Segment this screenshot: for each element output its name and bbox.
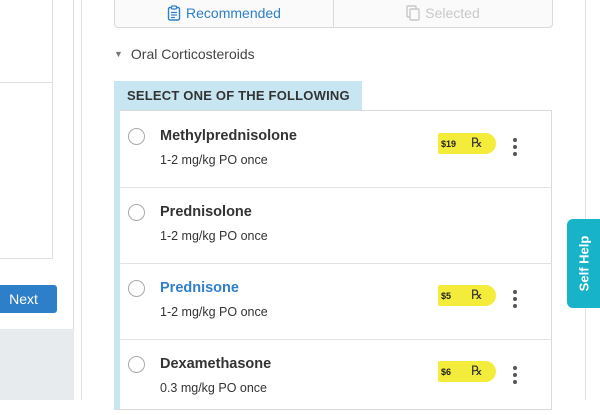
medication-name: Prednisolone — [160, 204, 252, 220]
radio-button[interactable] — [128, 128, 145, 145]
self-help-tab[interactable]: Self Help — [567, 219, 600, 308]
medication-dose: 1-2 mg/kg PO once — [160, 153, 268, 167]
next-button[interactable]: Next — [0, 285, 57, 313]
self-help-label: Self Help — [576, 235, 592, 292]
tab-recommended[interactable]: Recommended — [115, 0, 333, 27]
price-tag: $6 ℞ — [438, 361, 496, 382]
tab-recommended-label: Recommended — [186, 5, 281, 21]
radio-button[interactable] — [128, 204, 145, 221]
medication-row[interactable]: Methylprednisolone 1-2 mg/kg PO once $19… — [120, 111, 552, 188]
medication-row[interactable]: Prednisone 1-2 mg/kg PO once $5 ℞ — [120, 263, 552, 340]
medication-name: Dexamethasone — [160, 356, 272, 372]
tab-bar: Recommended Selected — [114, 0, 553, 28]
rx-icon: ℞ — [471, 364, 483, 379]
price-label: $19 — [441, 138, 457, 149]
price-tag: $19 ℞ — [438, 133, 496, 154]
more-options-icon[interactable] — [510, 138, 520, 156]
left-form-field-top[interactable] — [0, 0, 53, 83]
more-options-icon[interactable] — [510, 366, 520, 384]
left-panel: Next — [0, 0, 74, 329]
clipboard-list-icon — [167, 5, 181, 21]
more-options-icon[interactable] — [510, 290, 520, 308]
medication-name[interactable]: Prednisone — [160, 280, 239, 296]
medication-list: Methylprednisolone 1-2 mg/kg PO once $19… — [114, 110, 552, 410]
section-title: Oral Corticosteroids — [130, 46, 255, 62]
medication-row[interactable]: Dexamethasone 0.3 mg/kg PO once $6 ℞ — [120, 339, 552, 415]
price-tag: $5 ℞ — [438, 285, 496, 306]
panel-divider — [81, 0, 82, 400]
content-right-border — [585, 0, 586, 400]
tab-selected[interactable]: Selected — [333, 0, 552, 27]
copy-icon — [406, 5, 420, 21]
medication-dose: 1-2 mg/kg PO once — [160, 229, 268, 243]
medication-row[interactable]: Prednisolone 1-2 mg/kg PO once — [120, 187, 552, 264]
price-label: $5 — [441, 290, 452, 301]
medication-dose: 1-2 mg/kg PO once — [160, 305, 268, 319]
tab-selected-label: Selected — [425, 5, 480, 21]
left-footer — [0, 329, 74, 400]
medication-dose: 0.3 mg/kg PO once — [160, 381, 268, 395]
section-header-oral-corticosteroids[interactable]: ▼ Oral Corticosteroids — [114, 44, 255, 64]
radio-button[interactable] — [128, 280, 145, 297]
select-instruction-banner: SELECT ONE OF THE FOLLOWING — [114, 81, 362, 110]
price-label: $6 — [441, 366, 452, 377]
left-form-field-middle[interactable] — [0, 83, 53, 259]
rx-icon: ℞ — [471, 136, 483, 151]
rx-icon: ℞ — [471, 288, 483, 303]
caret-down-icon[interactable]: ▼ — [114, 49, 123, 59]
medication-name: Methylprednisolone — [160, 128, 297, 144]
radio-button[interactable] — [128, 356, 145, 373]
